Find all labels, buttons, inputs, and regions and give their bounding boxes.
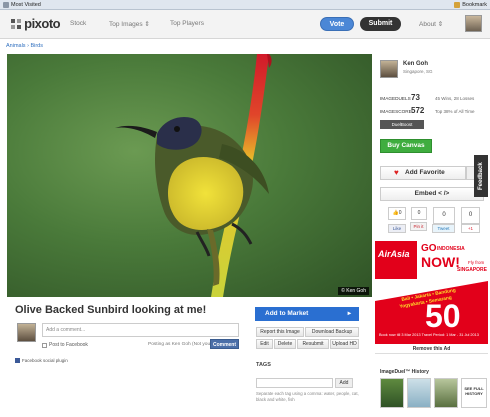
post-to-facebook-label: Post to Facebook [49,342,88,348]
submit-button[interactable]: Submit [360,17,401,31]
author-avatar[interactable] [380,60,398,78]
history-title: ImageDuel™ History [380,369,429,375]
imageduels-label: IMAGEDUELS [380,96,411,101]
top-nav: pixoto Stock Top Images ⇕ Top Players Vo… [0,10,490,39]
plus-one-button[interactable]: +1 [461,224,480,233]
ad-price: 50 [425,298,461,334]
feedback-tab[interactable]: Feedback [474,155,488,197]
facebook-plugin-label: Facebook social plugin [22,358,68,363]
ad-fine-print: Book now till 3 Mar 2013 Travel Period: … [379,333,479,337]
imagescore-value: 572 [411,106,425,115]
imageduels-detail: 45 Wins, 28 Losses [435,96,475,101]
facebook-like-count: 👍0 [388,207,406,220]
commenter-avatar [17,323,36,342]
ad-fly-from: Fly from [468,260,485,265]
post-to-facebook-checkbox[interactable] [42,342,47,348]
remove-ad-link[interactable]: Remove this Ad [375,344,488,353]
facebook-icon [15,358,20,363]
edit-button[interactable]: Edit [256,339,273,349]
tag-input[interactable] [256,378,333,388]
tweet-button[interactable]: Tweet [432,224,455,233]
comment-input[interactable]: Add a comment... [42,323,239,337]
most-visited-link[interactable]: Most Visited [11,2,41,8]
image-title: Olive Backed Sunbird looking at me! [15,304,207,316]
ad-brand: AirAsia [378,249,410,259]
bookmarks-menu[interactable]: Bookmark [451,1,487,8]
facebook-plugin-note: Facebook social plugin [15,358,68,363]
star-icon [454,1,461,8]
bookmarks-bar: Most Visited Bookmark [0,0,490,10]
imagescore-label: IMAGESCORE [380,109,412,114]
photo-copyright: © Ken Goh [338,287,369,295]
ad-now: NOW! [421,254,460,270]
post-to-facebook[interactable]: Post to Facebook [42,342,88,348]
add-tag-button[interactable]: Add [335,378,353,388]
pin-count: 0 [411,207,427,220]
nav-stock[interactable]: Stock [70,20,86,27]
add-to-market-button[interactable]: Add to Market ▸ [255,307,359,321]
facebook-like-button[interactable]: Like [388,224,406,233]
author-location: Singapore, SG [403,69,433,74]
add-favorite-button[interactable]: ♥ Add Favorite [380,166,466,180]
main-photo[interactable]: © Ken Goh [7,54,372,297]
logo[interactable]: pixoto [11,16,61,31]
airasia-ad[interactable]: AirAsia GO INDONESIA NOW! Fly from SINGA… [375,241,488,354]
add-favorite-label: Add Favorite [405,169,445,176]
bookmarks-label: Bookmark [462,1,487,8]
upload-hd-button[interactable]: Upload HD [330,339,359,349]
history-thumb[interactable] [407,378,431,408]
imageduels-value: 73 [411,93,420,102]
pin-it-button[interactable]: Pin it [410,222,427,231]
history-thumb[interactable] [380,378,404,408]
arrow-right-icon: ▸ [347,310,351,317]
author-name[interactable]: Ken Goh [403,61,428,67]
tag-hint: Separate each tag using a comma: water, … [256,391,359,402]
user-avatar[interactable] [465,15,482,32]
logo-text: pixoto [24,16,61,31]
nav-about[interactable]: About ⇕ [419,20,443,28]
vote-button[interactable]: Vote [320,17,354,31]
add-to-market-label: Add to Market [265,310,309,317]
nav-top-images[interactable]: Top Images ⇕ [109,20,150,28]
heart-icon: ♥ [394,168,399,177]
delete-button[interactable]: Delete [274,339,296,349]
nav-top-players[interactable]: Top Players [170,20,204,27]
resubmit-button[interactable]: Resubmit [297,339,329,349]
download-backup-button[interactable]: Download Backup [305,327,359,337]
tags-label: TAGS [256,362,271,368]
history-thumb[interactable] [434,378,458,408]
posting-as: Posting as Ken Goh (Not you?) [148,342,215,347]
comment-button[interactable]: Comment [210,339,239,349]
report-image-button[interactable]: Report this Image [256,327,304,337]
tweet-count: 0 [433,207,455,224]
logo-icon [11,19,21,29]
bookmark-folder-icon [3,1,9,8]
ad-indonesia: INDONESIA [437,246,465,252]
buy-canvas-button[interactable]: Buy Canvas [380,139,432,153]
imagescore-detail: Top 38% of All Time [435,109,475,114]
embed-button[interactable]: Embed < /> [380,187,484,201]
plus-one-count: 0 [461,207,480,224]
sunbird-illustration [115,54,272,297]
ad-go: GO [421,243,437,254]
see-full-history[interactable]: SEE FULL HISTORY [461,378,487,408]
duelboost-button[interactable]: DuelBoost [380,120,424,129]
ad-singapore: SINGAPORE [457,267,488,273]
breadcrumb[interactable]: Animals › Birds [6,43,43,49]
